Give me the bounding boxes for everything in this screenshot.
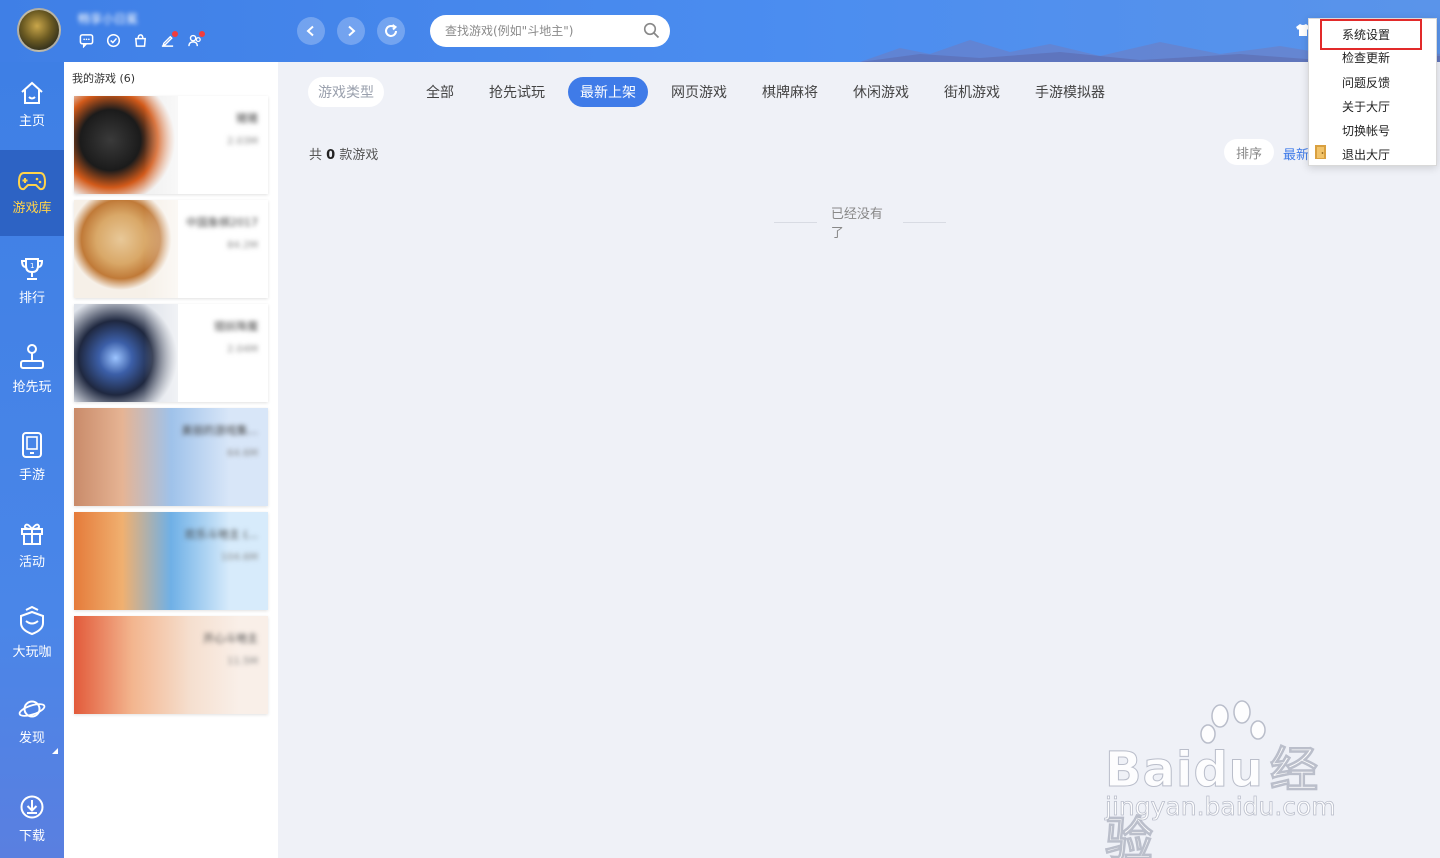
planet-icon (18, 700, 46, 718)
my-games-panel: 我的游戏 (6) 猪猪 2.03M 中国象棋2017 84.2M 猎妖降魔 2.… (64, 62, 278, 858)
tab-newest[interactable]: 最新上架 (568, 77, 648, 107)
game-size: 2.04M (227, 344, 258, 355)
back-button[interactable] (297, 17, 325, 45)
search-box (430, 15, 670, 47)
game-card[interactable]: 中国象棋2017 84.2M (74, 200, 268, 298)
tab-all[interactable]: 全部 (414, 77, 466, 107)
game-card[interactable]: 美丽的游戏集... 64.6M (74, 408, 268, 506)
menu-item-check-update[interactable]: 检查更新 (1342, 49, 1390, 66)
game-name: 中国象棋2017 (186, 216, 258, 229)
menu-item-about[interactable]: 关于大厅 (1342, 98, 1390, 115)
sidebar-item-label: 手游 (18, 468, 45, 483)
game-size: 104.6M (220, 552, 258, 563)
my-games-title: 我的游戏 (6) (72, 72, 136, 85)
gift-icon (21, 523, 43, 545)
tab-mobile-emulator[interactable]: 手游模拟器 (1023, 77, 1117, 107)
download-icon (20, 795, 44, 819)
game-name: 欢乐斗地主 (... (184, 528, 258, 541)
search-input[interactable] (445, 24, 635, 38)
sidebar-item-label: 活动 (18, 555, 45, 570)
sidebar-item-label: 主页 (18, 114, 45, 129)
menu-item-switch-account[interactable]: 切换帐号 (1342, 122, 1390, 139)
game-type-chip[interactable]: 游戏类型 (308, 77, 384, 107)
menu-item-feedback[interactable]: 问题反馈 (1342, 74, 1390, 91)
divider (774, 221, 817, 223)
sort-newest-option[interactable]: 最新 (1283, 144, 1309, 163)
game-name: 开心斗地主 (203, 632, 258, 645)
game-name: 美丽的游戏集... (181, 424, 259, 437)
game-size: 84.2M (227, 240, 258, 251)
trophy-icon: 1 (20, 258, 44, 280)
result-count: 共 0 款游戏 (309, 148, 379, 163)
sidebar-item-gamelib[interactable]: 游戏库 (0, 150, 64, 236)
sidebar-item-label: 大玩咖 (12, 645, 52, 660)
username[interactable]: 畅享小日冕 (78, 10, 138, 27)
chevron-right-icon (348, 25, 356, 37)
game-name: 猎妖降魔 (214, 320, 258, 333)
forward-button[interactable] (337, 17, 365, 45)
corner-arrow-icon (52, 748, 58, 754)
message-icon[interactable] (78, 32, 95, 49)
exit-door-icon (1313, 144, 1329, 164)
sidebar-item-label: 排行 (18, 291, 45, 306)
game-size: 64.6M (227, 448, 258, 459)
end-of-list-text: 已经没有了 (830, 207, 883, 241)
main-content: 游戏类型 全部 抢先试玩 最新上架 网页游戏 棋牌麻将 休闲游戏 街机游戏 手游… (278, 62, 1440, 858)
tab-early-trial[interactable]: 抢先试玩 (477, 77, 557, 107)
home-icon (21, 81, 43, 104)
count-value: 0 (326, 148, 336, 163)
menu-item-exit[interactable]: 退出大厅 (1342, 146, 1390, 163)
bag-icon[interactable] (132, 32, 149, 49)
game-card[interactable]: 猪猪 2.03M (74, 96, 268, 194)
tab-arcade[interactable]: 街机游戏 (932, 77, 1012, 107)
sidebar-item-label: 发现 (18, 731, 45, 746)
sidebar-item-label: 抢先玩 (12, 380, 52, 395)
phone-icon (22, 432, 42, 458)
game-size: 2.03M (227, 136, 258, 147)
tab-web-games[interactable]: 网页游戏 (659, 77, 739, 107)
game-size: 11.5M (227, 656, 258, 667)
sidebar-item-rank[interactable]: 1 排行 (0, 238, 64, 324)
user-toolbar (78, 31, 205, 49)
end-of-list: 已经没有了 (760, 203, 960, 241)
checkin-icon[interactable] (105, 32, 122, 49)
search-icon[interactable] (643, 22, 660, 43)
tab-casual[interactable]: 休闲游戏 (841, 77, 921, 107)
user-avatar[interactable] (17, 8, 61, 52)
refresh-button[interactable] (377, 17, 405, 45)
game-name: 猪猪 (236, 112, 258, 125)
refresh-icon (385, 24, 398, 37)
sidebar-item-home[interactable]: 主页 (0, 62, 64, 148)
title-bar: 畅享小日冕 (0, 0, 1440, 62)
sidebar-item-download[interactable]: 下载 (0, 776, 64, 858)
chevron-left-icon (306, 25, 314, 37)
edit-icon[interactable] (159, 31, 178, 49)
svg-text:1: 1 (30, 262, 34, 270)
friends-icon[interactable] (186, 31, 205, 49)
sidebar-item-label: 游戏库 (12, 201, 52, 216)
sidebar: 主页 游戏库 1 排行 抢先玩 手游 活动 大玩咖 发现 下载 (0, 62, 64, 858)
sidebar-item-events[interactable]: 活动 (0, 502, 64, 588)
vip-icon (20, 606, 44, 636)
sidebar-item-label: 下载 (18, 829, 45, 844)
sidebar-item-early[interactable]: 抢先玩 (0, 326, 64, 412)
game-card[interactable]: 猎妖降魔 2.04M (74, 304, 268, 402)
joystick-icon (20, 344, 44, 369)
sidebar-item-mobile[interactable]: 手游 (0, 414, 64, 500)
game-card[interactable]: 欢乐斗地主 (... 104.6M (74, 512, 268, 610)
tab-chess-mahjong[interactable]: 棋牌麻将 (750, 77, 830, 107)
sort-label: 排序 (1224, 139, 1274, 165)
sidebar-item-discover[interactable]: 发现 (0, 678, 64, 764)
filter-bar: 游戏类型 全部 抢先试玩 最新上架 网页游戏 棋牌麻将 休闲游戏 街机游戏 手游… (308, 77, 1128, 107)
divider (903, 221, 946, 223)
sidebar-item-vip[interactable]: 大玩咖 (0, 590, 64, 676)
gamepad-icon (18, 172, 46, 191)
highlight-box (1320, 19, 1422, 50)
game-card[interactable]: 开心斗地主 11.5M (74, 616, 268, 714)
